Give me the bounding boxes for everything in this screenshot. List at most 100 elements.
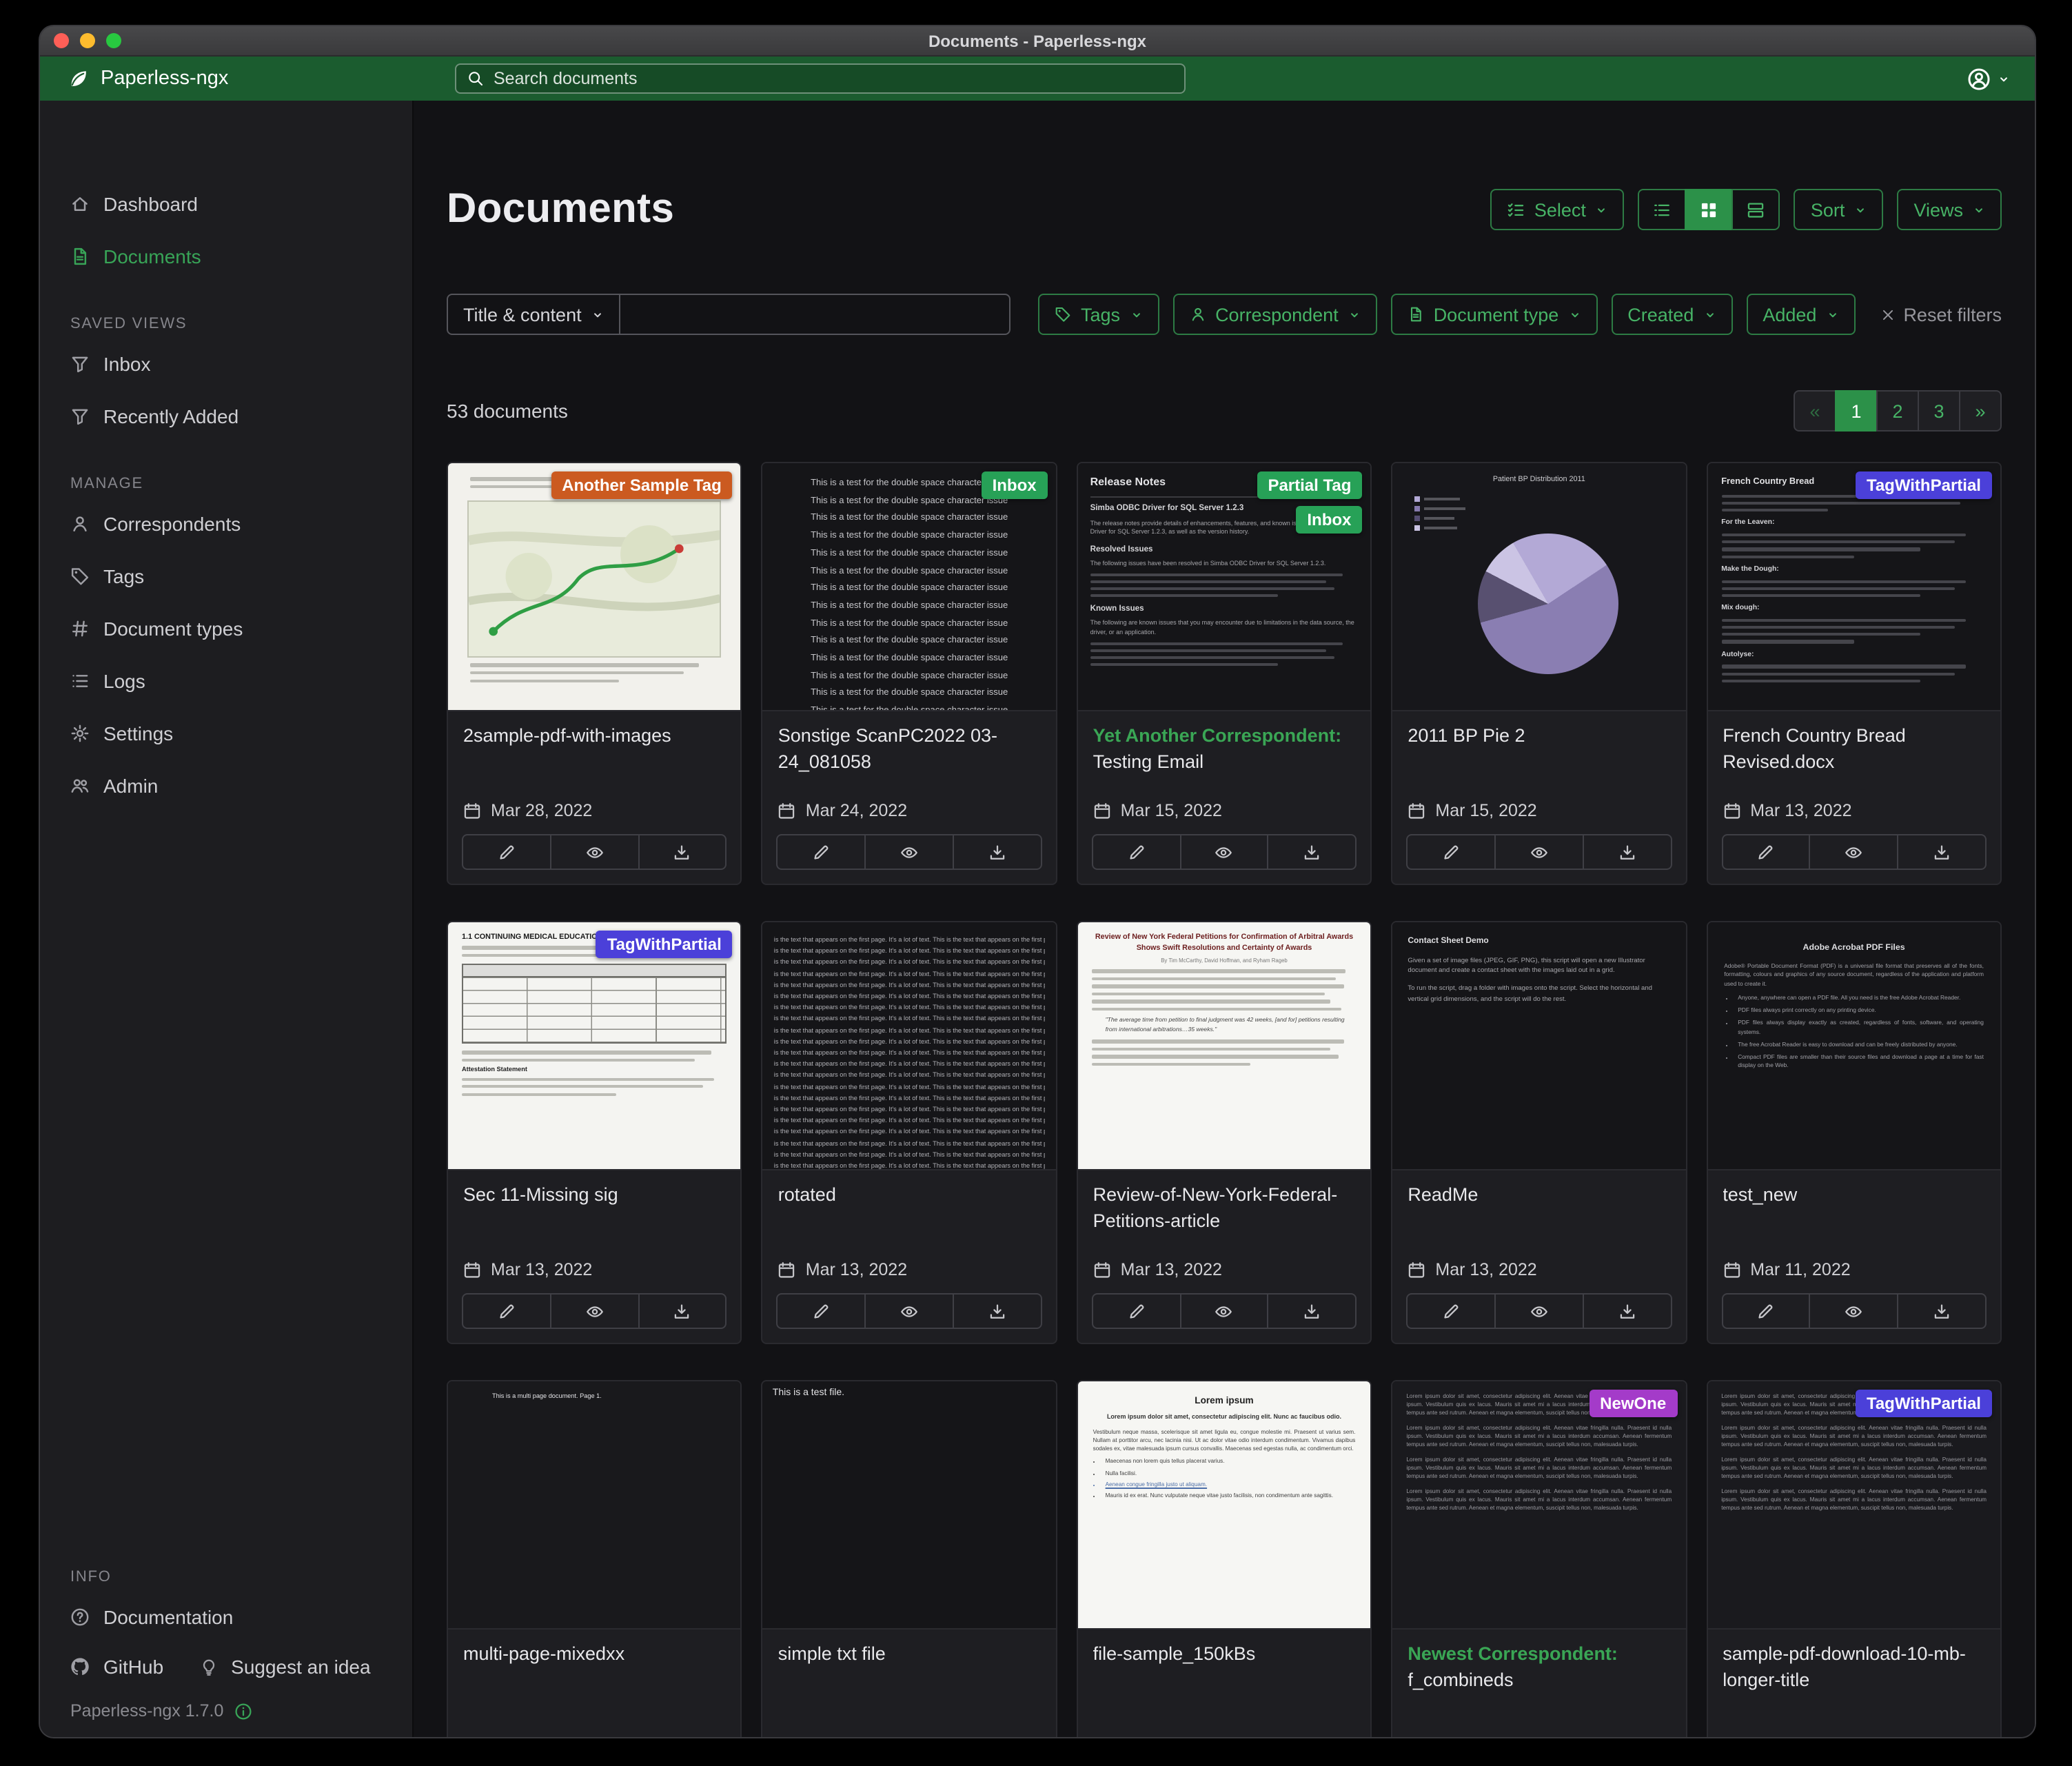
view-button[interactable] — [864, 1295, 953, 1328]
created-filter[interactable]: Created — [1611, 294, 1732, 335]
edit-button[interactable] — [1093, 835, 1180, 869]
edit-button[interactable] — [1408, 835, 1494, 869]
tag-badge[interactable]: TagWithPartial — [1856, 1390, 1992, 1417]
view-grid-button[interactable] — [1685, 189, 1734, 230]
document-title[interactable]: 2sample-pdf-with-images — [463, 724, 726, 750]
download-button[interactable] — [638, 835, 726, 869]
view-button[interactable] — [864, 835, 953, 869]
pagination-page-2[interactable]: 2 — [1876, 390, 1919, 432]
document-title[interactable]: ReadMe — [1408, 1183, 1670, 1209]
global-search[interactable] — [455, 63, 1186, 94]
sidebar-item-correspondents[interactable]: Correspondents — [40, 498, 412, 550]
download-button[interactable] — [1583, 1295, 1671, 1328]
document-thumbnail[interactable]: Lorem ipsum dolor sit amet, consectetur … — [1707, 1381, 2000, 1630]
document-card[interactable]: Lorem ipsum Lorem ipsum dolor sit amet, … — [1077, 1380, 1372, 1737]
document-title[interactable]: Newest Correspondent: f_combineds — [1408, 1642, 1670, 1694]
view-list-button[interactable] — [1638, 189, 1687, 230]
edit-button[interactable] — [1408, 1295, 1494, 1328]
view-button[interactable] — [550, 1295, 638, 1328]
document-card[interactable]: This is a test file. simple txt file — [762, 1380, 1057, 1737]
document-thumbnail[interactable]: This is a multi page document. Page 1. — [448, 1381, 741, 1630]
sidebar-item-documentation[interactable]: Documentation — [40, 1591, 412, 1643]
document-thumbnail[interactable]: 1.1 CONTINUING MEDICAL EDUCATION Attesta… — [448, 922, 741, 1170]
filter-text-input[interactable] — [619, 294, 1010, 335]
info-icon[interactable] — [234, 1702, 252, 1720]
document-card[interactable]: Another Sample Tag 2sample-pdf-with-imag… — [447, 462, 742, 885]
document-title[interactable]: 2011 BP Pie 2 — [1408, 724, 1670, 750]
document-title[interactable]: sample-pdf-download-10-mb-longer-title — [1723, 1642, 1985, 1694]
download-button[interactable] — [1268, 835, 1356, 869]
brand[interactable]: Paperless-ngx — [40, 68, 414, 90]
document-thumbnail[interactable]: French Country BreadFor the Leaven:Make … — [1707, 463, 2000, 711]
document-thumbnail[interactable]: Adobe Acrobat PDF Files Adobe® Portable … — [1707, 922, 2000, 1170]
document-thumbnail[interactable]: Contact Sheet DemoGiven a set of image f… — [1392, 922, 1685, 1170]
document-card[interactable]: 1.1 CONTINUING MEDICAL EDUCATION Attesta… — [447, 921, 742, 1344]
document-type-filter[interactable]: Document type — [1391, 294, 1598, 335]
view-button[interactable] — [550, 835, 638, 869]
document-title[interactable]: Review-of-New-York-Federal-Petitions-art… — [1093, 1183, 1356, 1235]
document-thumbnail[interactable]: Release Notes Simba ODBC Driver for SQL … — [1078, 463, 1371, 711]
tag-badge[interactable]: NewOne — [1589, 1390, 1677, 1417]
correspondent-filter[interactable]: Correspondent — [1172, 294, 1377, 335]
download-button[interactable] — [638, 1295, 726, 1328]
document-correspondent[interactable]: Newest Correspondent: — [1408, 1643, 1618, 1664]
tag-badge[interactable]: Partial Tag — [1257, 471, 1362, 499]
document-card[interactable]: Contact Sheet DemoGiven a set of image f… — [1391, 921, 1687, 1344]
edit-button[interactable] — [778, 835, 865, 869]
sidebar-item-settings[interactable]: Settings — [40, 707, 412, 760]
titlebar[interactable]: Documents - Paperless-ngx — [40, 26, 2035, 57]
pagination-page-1[interactable]: 1 — [1835, 390, 1878, 432]
document-card[interactable]: Adobe Acrobat PDF Files Adobe® Portable … — [1706, 921, 2002, 1344]
tags-filter[interactable]: Tags — [1038, 294, 1159, 335]
document-thumbnail[interactable]: Lorem ipsum dolor sit amet, consectetur … — [1392, 1381, 1685, 1630]
edit-button[interactable] — [778, 1295, 865, 1328]
document-card[interactable]: Lorem ipsum dolor sit amet, consectetur … — [1706, 1380, 2002, 1737]
sidebar-item-dashboard[interactable]: Dashboard — [40, 178, 412, 230]
document-thumbnail[interactable]: Patient BP Distribution 2011 — [1392, 463, 1685, 711]
download-button[interactable] — [1268, 1295, 1356, 1328]
document-card[interactable]: Review of New York Federal Petitions for… — [1077, 921, 1372, 1344]
document-thumbnail[interactable]: This is a test file. — [763, 1381, 1056, 1630]
document-title[interactable]: Sec 11-Missing sig — [463, 1183, 726, 1209]
search-input[interactable] — [494, 69, 1173, 88]
view-button[interactable] — [1179, 1295, 1268, 1328]
document-thumbnail[interactable]: Lorem ipsum Lorem ipsum dolor sit amet, … — [1078, 1381, 1371, 1630]
suggest-idea-link[interactable]: Suggest an idea — [199, 1643, 370, 1690]
tag-badge[interactable]: TagWithPartial — [596, 931, 733, 958]
pagination-page-3[interactable]: 3 — [1918, 390, 1960, 432]
sort-dropdown[interactable]: Sort — [1794, 189, 1884, 230]
tag-badge[interactable]: Another Sample Tag — [551, 471, 733, 499]
pagination-next[interactable]: » — [1959, 390, 2002, 432]
download-button[interactable] — [1897, 835, 1985, 869]
tag-badge[interactable]: Inbox — [1296, 506, 1362, 534]
sidebar-item-inbox[interactable]: Inbox — [40, 338, 412, 390]
download-button[interactable] — [953, 835, 1041, 869]
document-title[interactable]: rotated — [778, 1183, 1041, 1209]
github-link[interactable]: GitHub — [40, 1643, 163, 1690]
view-button[interactable] — [1809, 835, 1898, 869]
edit-button[interactable] — [463, 1295, 550, 1328]
user-menu[interactable] — [1967, 67, 2035, 90]
sidebar-item-documents[interactable]: Documents — [40, 230, 412, 283]
document-card[interactable]: This is a test for the double space char… — [762, 462, 1057, 885]
document-title[interactable]: simple txt file — [778, 1642, 1041, 1668]
title-content-dropdown[interactable]: Title & content — [447, 294, 620, 335]
document-title[interactable]: Yet Another Correspondent: Testing Email — [1093, 724, 1356, 776]
reset-filters[interactable]: Reset filters — [1880, 304, 2002, 325]
download-button[interactable] — [1583, 835, 1671, 869]
document-card[interactable]: is the text that appears on the first pa… — [762, 921, 1057, 1344]
document-title[interactable]: file-sample_150kBs — [1093, 1642, 1356, 1668]
close-button[interactable] — [54, 33, 69, 48]
view-detail-button[interactable] — [1732, 189, 1780, 230]
zoom-button[interactable] — [106, 33, 121, 48]
document-title[interactable]: multi-page-mixedxx — [463, 1642, 726, 1668]
document-correspondent[interactable]: Yet Another Correspondent: — [1093, 725, 1342, 746]
edit-button[interactable] — [463, 835, 550, 869]
document-title[interactable]: test_new — [1723, 1183, 1985, 1209]
added-filter[interactable]: Added — [1746, 294, 1855, 335]
document-thumbnail[interactable]: Another Sample Tag — [448, 463, 741, 711]
edit-button[interactable] — [1723, 1295, 1809, 1328]
sidebar-item-logs[interactable]: Logs — [40, 655, 412, 707]
document-thumbnail[interactable]: is the text that appears on the first pa… — [763, 922, 1056, 1170]
download-button[interactable] — [1897, 1295, 1985, 1328]
